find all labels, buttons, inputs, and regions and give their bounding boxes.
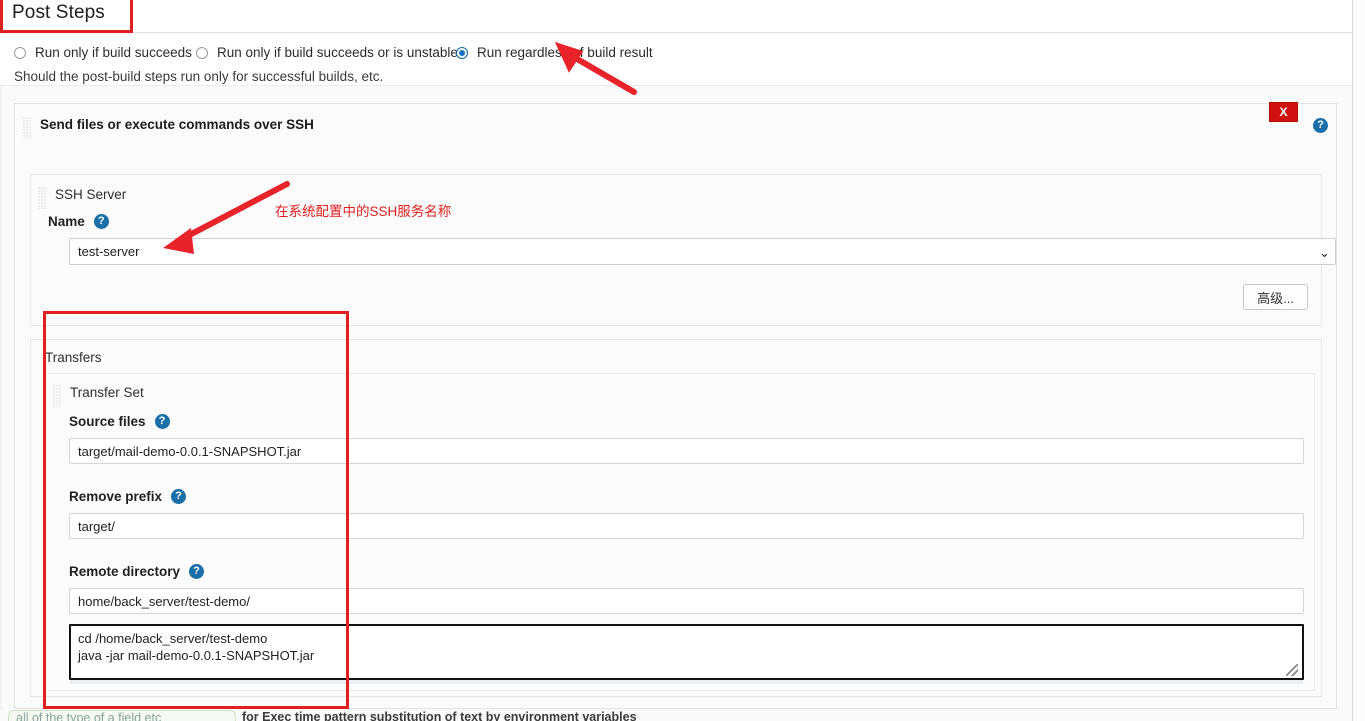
chinese-annotation-note: 在系统配置中的SSH服务名称 bbox=[275, 204, 452, 219]
post-steps-hint: Should the post-build steps run only for… bbox=[14, 69, 384, 84]
source-files-label-text: Source files bbox=[69, 414, 146, 429]
publisher-header: Send files or execute commands over SSH bbox=[23, 117, 314, 139]
help-icon[interactable]: ? bbox=[171, 489, 187, 504]
right-pane bbox=[1353, 0, 1365, 721]
source-files-input[interactable] bbox=[69, 438, 1304, 464]
bottom-cutoff-right-text: for Exec time pattern substitution of te… bbox=[242, 710, 637, 721]
help-icon[interactable]: ? bbox=[154, 414, 170, 429]
ssh-publisher-card: Send files or execute commands over SSH … bbox=[14, 102, 1337, 709]
drag-handle-icon[interactable] bbox=[23, 117, 32, 139]
source-files-label: Source files ? bbox=[69, 414, 170, 429]
page-title: Post Steps bbox=[12, 2, 105, 23]
radio-indicator[interactable] bbox=[14, 46, 26, 59]
radio-run-regardless[interactable]: Run regardless of build result bbox=[456, 45, 653, 60]
textarea-shadow bbox=[70, 680, 1303, 684]
bottom-cutoff-row: all of the type of a field etc for Exec … bbox=[0, 710, 1352, 721]
radio-run-if-succeeds-or-unstable[interactable]: Run only if build succeeds or is unstabl… bbox=[196, 45, 458, 60]
drag-handle-icon[interactable] bbox=[38, 187, 47, 209]
radio-indicator-selected[interactable] bbox=[456, 46, 468, 59]
remote-directory-input[interactable] bbox=[69, 588, 1304, 614]
remove-prefix-label: Remove prefix ? bbox=[69, 489, 187, 504]
delete-publisher-button[interactable]: X bbox=[1269, 102, 1298, 122]
radio-label: Run only if build succeeds or is unstabl… bbox=[217, 45, 458, 60]
radio-indicator[interactable] bbox=[196, 46, 208, 59]
transfers-title: Transfers bbox=[45, 350, 102, 365]
transfer-set-title: Transfer Set bbox=[70, 385, 144, 400]
remove-prefix-label-text: Remove prefix bbox=[69, 489, 163, 504]
transfers-panel: Transfers Transfer Set Source files ? Re… bbox=[30, 339, 1322, 697]
help-icon[interactable]: ? bbox=[1313, 118, 1328, 133]
radio-label: Run only if build succeeds bbox=[35, 45, 192, 60]
transfer-set-header: Transfer Set bbox=[53, 385, 144, 407]
remote-directory-label-text: Remote directory bbox=[69, 564, 181, 579]
bottom-cutoff-left-text: all of the type of a field etc bbox=[16, 711, 162, 721]
left-gutter bbox=[0, 0, 2, 721]
help-icon[interactable]: ? bbox=[93, 214, 109, 229]
name-label-text: Name bbox=[48, 214, 85, 229]
ssh-server-panel: SSH Server Name ? test-server ⌄ bbox=[30, 174, 1336, 326]
transfer-set-panel: Transfer Set Source files ? Remove prefi… bbox=[45, 373, 1315, 691]
help-icon[interactable]: ? bbox=[189, 564, 205, 579]
name-field-label: Name ? bbox=[48, 214, 109, 229]
ssh-server-title: SSH Server bbox=[55, 187, 127, 202]
advanced-button[interactable]: 高级... bbox=[1243, 284, 1308, 310]
drag-handle-icon[interactable] bbox=[53, 385, 62, 407]
radio-label: Run regardless of build result bbox=[477, 45, 653, 60]
ssh-server-header: SSH Server bbox=[38, 187, 126, 209]
remote-directory-label: Remote directory ? bbox=[69, 564, 205, 579]
ssh-server-select[interactable]: test-server bbox=[69, 238, 1336, 265]
page-header: Post Steps bbox=[0, 0, 1352, 33]
remove-prefix-input[interactable] bbox=[69, 513, 1304, 539]
exec-command-textarea[interactable]: cd /home/back_server/test-demo java -jar… bbox=[69, 624, 1304, 680]
publisher-title: Send files or execute commands over SSH bbox=[40, 117, 314, 132]
radio-run-if-succeeds[interactable]: Run only if build succeeds bbox=[14, 45, 192, 60]
